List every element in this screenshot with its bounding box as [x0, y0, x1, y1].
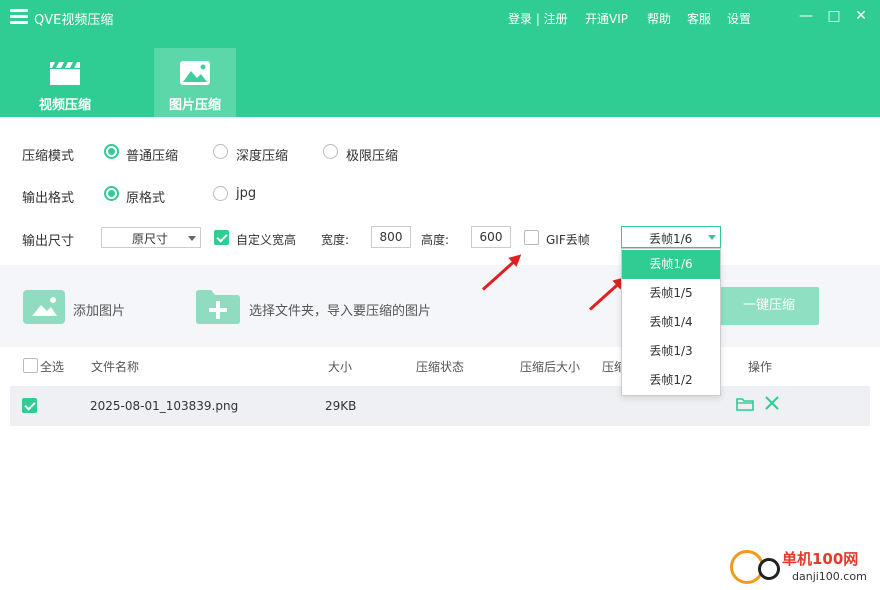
mode-extreme-radio[interactable]: [323, 144, 338, 159]
format-label: 输出格式: [22, 191, 75, 206]
row-filename: 2025-08-01_103839.png: [90, 399, 239, 413]
tab-label: 图片压缩: [168, 98, 221, 113]
column-actions: 操作: [748, 360, 773, 374]
watermark: 单机100网 danji100.com: [730, 548, 876, 588]
column-filename: 文件名称: [91, 360, 140, 374]
gif-drop-dropdown: 丢帧1/6 丢帧1/5 丢帧1/4 丢帧1/3 丢帧1/2: [621, 248, 721, 396]
column-size: 大小: [328, 360, 353, 374]
gif-option-1-3[interactable]: 丢帧1/3: [622, 337, 720, 366]
delete-button[interactable]: [765, 396, 779, 410]
select-all-checkbox[interactable]: [23, 358, 38, 373]
settings-link[interactable]: 设置: [727, 10, 751, 27]
select-folder-label[interactable]: 选择文件夹，导入要压缩的图片: [249, 300, 431, 319]
watermark-logo-icon: [758, 558, 780, 580]
height-input[interactable]: 600: [471, 226, 511, 248]
chevron-down-icon: [188, 236, 196, 241]
title-bar: QVE视频压缩 登录 | 注册 开通VIP 帮助 客服 设置 — □ ✕ 视频压…: [0, 0, 880, 117]
column-status: 压缩状态: [416, 360, 465, 374]
login-register-link[interactable]: 登录 | 注册: [508, 10, 568, 27]
image-icon: [32, 297, 57, 316]
clapperboard-icon: [50, 62, 80, 85]
select-folder-button[interactable]: [195, 289, 241, 325]
minimize-button[interactable]: —: [798, 8, 814, 24]
gif-drop-label: GIF丢帧: [546, 233, 590, 247]
help-link[interactable]: 帮助: [647, 10, 671, 27]
add-image-label[interactable]: 添加图片: [73, 300, 125, 319]
watermark-text: 单机100网: [782, 550, 859, 568]
gif-option-1-4[interactable]: 丢帧1/4: [622, 308, 720, 337]
size-select[interactable]: 原尺寸: [101, 227, 201, 248]
width-label: 宽度:: [321, 233, 350, 247]
compress-all-button[interactable]: 一键压缩: [719, 287, 819, 325]
column-compressed-size: 压缩后大小: [520, 360, 581, 374]
add-image-button[interactable]: [23, 290, 65, 324]
mode-extreme-label: 极限压缩: [346, 149, 399, 164]
size-label: 输出尺寸: [22, 234, 75, 249]
vip-link[interactable]: 开通VIP: [585, 10, 628, 27]
mode-deep-radio[interactable]: [213, 144, 228, 159]
folder-icon: [736, 398, 754, 411]
mode-normal-label: 普通压缩: [126, 149, 179, 164]
format-original-radio[interactable]: [104, 186, 119, 201]
size-select-value: 原尺寸: [132, 232, 169, 246]
custom-size-checkbox[interactable]: [214, 230, 229, 245]
gif-option-1-2[interactable]: 丢帧1/2: [622, 366, 720, 395]
open-folder-button[interactable]: [736, 396, 754, 412]
tab-label: 视频压缩: [38, 98, 91, 113]
mode-deep-label: 深度压缩: [236, 149, 289, 164]
tab-image-compress[interactable]: 图片压缩: [154, 48, 236, 117]
app-logo-icon: [10, 9, 28, 25]
row-size: 29KB: [325, 399, 357, 413]
gif-drop-select[interactable]: 丢帧1/6: [621, 226, 721, 248]
gif-option-1-6[interactable]: 丢帧1/6: [622, 250, 720, 279]
mode-label: 压缩模式: [22, 149, 75, 164]
format-jpg-label: jpg: [236, 186, 257, 201]
row-checkbox[interactable]: [22, 398, 37, 413]
close-icon: [765, 396, 779, 410]
gif-option-1-5[interactable]: 丢帧1/5: [622, 279, 720, 308]
tab-video-compress[interactable]: 视频压缩: [24, 48, 106, 117]
gif-select-value: 丢帧1/6: [649, 232, 693, 246]
select-all-label: 全选: [40, 360, 65, 374]
maximize-button[interactable]: □: [826, 8, 842, 24]
custom-size-label: 自定义宽高: [236, 233, 297, 247]
format-jpg-radio[interactable]: [213, 186, 228, 201]
folder-add-icon: [196, 290, 240, 324]
chevron-down-icon: [708, 235, 716, 240]
image-icon: [180, 61, 210, 85]
app-title: QVE视频压缩: [34, 13, 114, 28]
width-input[interactable]: 800: [371, 226, 411, 248]
support-link[interactable]: 客服: [687, 10, 711, 27]
height-label: 高度:: [421, 233, 450, 247]
format-original-label: 原格式: [126, 191, 166, 206]
gif-drop-checkbox[interactable]: [524, 230, 539, 245]
mode-normal-radio[interactable]: [104, 144, 119, 159]
close-button[interactable]: ✕: [853, 8, 869, 24]
watermark-url: danji100.com: [792, 570, 867, 583]
